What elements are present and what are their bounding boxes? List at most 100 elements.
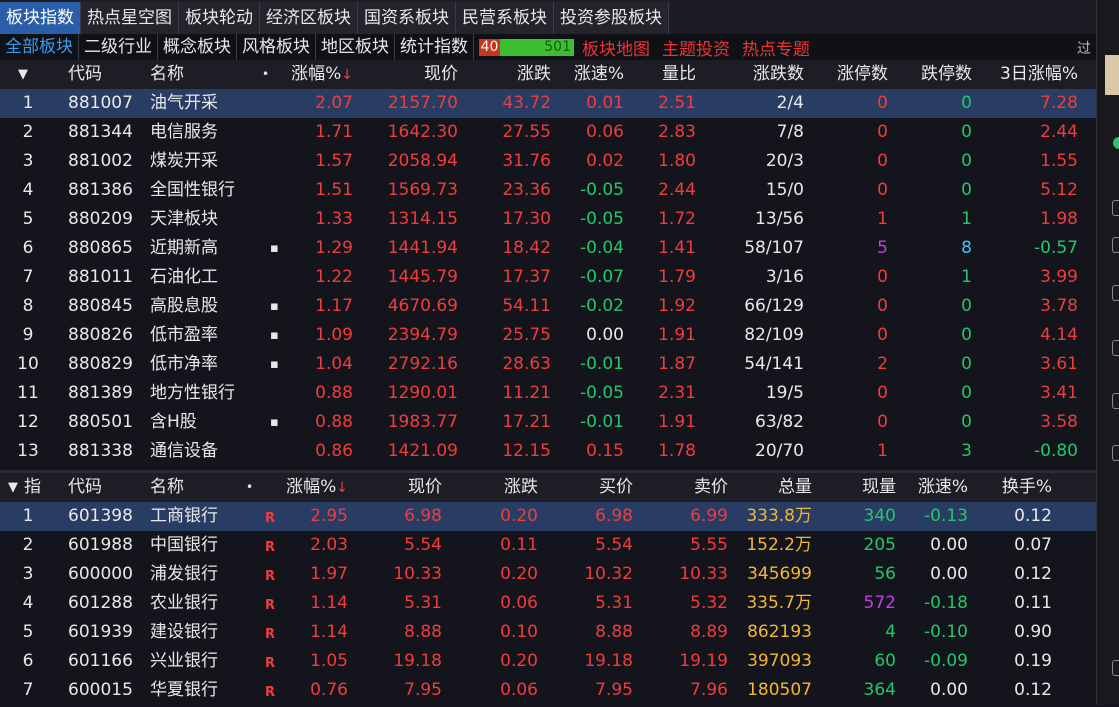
sector-limit-down: 8 [961, 238, 972, 258]
subtab-stat-index[interactable]: 统计指数 [395, 34, 474, 60]
sector-row[interactable]: 11 881389 地方性银行 0.88 1290.01 11.21 -0.05 2.31 19… [0, 379, 1096, 408]
sector-speed: -0.05 [580, 383, 624, 403]
link-hot-topics[interactable]: 热点专题 [742, 35, 810, 60]
header-total-volume[interactable]: 总量 [778, 473, 812, 502]
stock-pct-change: 2.95 [310, 506, 348, 526]
header-change[interactable]: 涨跌 [504, 473, 538, 502]
tab-state-owned[interactable]: 国资系板块 [358, 2, 456, 34]
stock-row[interactable]: 7 600015 华夏银行 R 0.76 7.95 0.06 7.95 7.96 180507 36… [0, 676, 1096, 705]
overflow-indicator[interactable]: 过 [1077, 38, 1091, 58]
stock-bid: 19.18 [584, 651, 633, 671]
sector-row[interactable]: 7 881011 石油化工 1.22 1445.79 17.37 -0.07 1.79 3/16… [0, 263, 1096, 292]
row-index: 13 [17, 441, 39, 461]
header-name[interactable]: 名称 [150, 60, 184, 89]
sector-row[interactable]: 13 881338 通信设备 0.86 1421.09 12.15 0.15 1.78 20/7… [0, 437, 1096, 466]
sector-row[interactable]: 5 880209 天津板块 1.33 1314.15 17.30 -0.05 1.72 13/5… [0, 205, 1096, 234]
stock-row[interactable]: 3 600000 浦发银行 R 1.97 10.33 0.20 10.32 10.33 34569… [0, 560, 1096, 589]
sector-row[interactable]: 2 881344 电信服务 1.71 1642.30 27.55 0.06 2.83 7/8 0 0… [0, 118, 1096, 147]
sector-row[interactable]: 10 880829 低市净率 ▪ 1.04 2792.16 28.63 -0.01 1.87 54… [0, 350, 1096, 379]
tab-sector-index[interactable]: 板块指数 [0, 2, 81, 34]
tab-investment-holding[interactable]: 投资参股板块 [554, 2, 669, 34]
sector-name: 电信服务 [150, 122, 218, 142]
sector-volume-ratio: 1.41 [658, 238, 696, 258]
tool-icon[interactable] [1112, 285, 1119, 301]
header-3day-return[interactable]: 3日涨幅% [1000, 60, 1078, 89]
stock-row[interactable]: 4 601288 农业银行 R 1.14 5.31 0.06 5.31 5.32 335.7万 57… [0, 589, 1096, 618]
stock-code: 601988 [68, 535, 133, 555]
stock-row[interactable]: 6 601166 兴业银行 R 1.05 19.18 0.20 19.18 19.19 39709… [0, 647, 1096, 676]
subtab-level2-industry[interactable]: 二级行业 [79, 34, 158, 60]
sector-limit-down: 1 [961, 267, 972, 287]
header-price[interactable]: 现价 [424, 60, 458, 89]
header-turnover[interactable]: 换手% [1002, 473, 1052, 502]
header-ask[interactable]: 卖价 [694, 473, 728, 502]
header-change[interactable]: 涨跌 [517, 60, 551, 89]
stock-total-volume: 333.8万 [746, 506, 812, 526]
sector-code: 881389 [68, 383, 133, 403]
sector-change: 11.21 [502, 383, 551, 403]
sector-3day-return: -0.57 [1034, 238, 1078, 258]
header-index[interactable]: 指 [24, 473, 41, 502]
subtab-region[interactable]: 地区板块 [316, 34, 395, 60]
sector-row[interactable]: 4 881386 全国性银行 1.51 1569.73 23.36 -0.05 2.44 15/… [0, 176, 1096, 205]
sector-limit-down: 0 [961, 383, 972, 403]
stock-speed: -0.09 [924, 651, 968, 671]
stock-change: 0.20 [500, 564, 538, 584]
header-bid[interactable]: 买价 [599, 473, 633, 502]
subtab-all-sectors[interactable]: 全部板块 [0, 34, 79, 60]
sector-price: 1290.01 [387, 383, 458, 403]
header-volume-ratio[interactable]: 量比 [662, 60, 696, 89]
sector-name: 低市净率 [150, 354, 218, 374]
tab-economic-zone[interactable]: 经济区板块 [260, 2, 358, 34]
header-limit-down[interactable]: 跌停数 [921, 60, 972, 89]
tool-icon[interactable] [1112, 340, 1119, 356]
header-current-volume[interactable]: 现量 [862, 473, 896, 502]
link-theme-investment[interactable]: 主题投资 [662, 35, 730, 60]
sub-tab-bar: 全部板块 二级行业 概念板块 风格板块 地区板块 统计指数 40 501 板块地… [0, 34, 1096, 60]
subtab-style[interactable]: 风格板块 [237, 34, 316, 60]
tool-icon[interactable] [1112, 237, 1119, 253]
stock-name: 工商银行 [150, 506, 218, 526]
sector-row[interactable]: 8 880845 高股息股 ▪ 1.17 4670.69 54.11 -0.02 1.92 66/… [0, 292, 1096, 321]
header-limit-up[interactable]: 涨停数 [837, 60, 888, 89]
header-pct-change[interactable]: 涨幅%↓ [291, 60, 353, 89]
tab-private-owned[interactable]: 民营系板块 [456, 2, 554, 34]
stock-row[interactable]: 1 601398 工商银行 R 2.95 6.98 0.20 6.98 6.99 333.8万 34… [0, 502, 1096, 531]
subtab-concept[interactable]: 概念板块 [158, 34, 237, 60]
sort-toggle-icon[interactable]: ▼ [18, 60, 28, 89]
row-index: 1 [22, 506, 34, 526]
tool-icon[interactable] [1112, 200, 1119, 216]
sector-3day-return: 7.28 [1040, 93, 1078, 113]
header-speed[interactable]: 涨速% [574, 60, 624, 89]
tab-sector-rotation[interactable]: 板块轮动 [179, 2, 260, 34]
sector-3day-return: 3.41 [1040, 383, 1078, 403]
stock-turnover: 0.07 [1014, 535, 1052, 555]
sector-row[interactable]: 12 880501 含H股 ▪ 0.88 1983.77 17.21 -0.01 1.91 63/… [0, 408, 1096, 437]
header-name[interactable]: 名称 [150, 473, 184, 502]
stock-bid: 8.88 [595, 622, 633, 642]
sector-up-down-count: 19/5 [765, 383, 804, 403]
header-pct-change[interactable]: 涨幅%↓ [286, 473, 348, 502]
tool-icon[interactable] [1112, 393, 1119, 409]
header-up-down-count[interactable]: 涨跌数 [753, 60, 804, 89]
stock-price: 19.18 [393, 651, 442, 671]
tool-icon[interactable] [1112, 660, 1119, 676]
header-code[interactable]: 代码 [68, 473, 102, 502]
sector-volume-ratio: 1.91 [658, 412, 696, 432]
tab-hotspot-starmap[interactable]: 热点星空图 [81, 2, 179, 34]
stock-row[interactable]: 2 601988 中国银行 R 2.03 5.54 0.11 5.54 5.55 152.2万 20… [0, 531, 1096, 560]
header-speed[interactable]: 涨速% [918, 473, 968, 502]
tool-icon[interactable] [1112, 445, 1119, 461]
sector-volume-ratio: 1.80 [658, 151, 696, 171]
link-sector-map[interactable]: 板块地图 [582, 35, 650, 60]
sort-toggle-icon[interactable]: ▼ [8, 473, 18, 502]
sector-row[interactable]: 1 881007 油气开采 2.07 2157.70 43.72 0.01 2.51 2/4 0 0… [0, 89, 1096, 118]
sector-row[interactable]: 9 880826 低市盈率 ▪ 1.09 2394.79 25.75 0.00 1.91 82/1… [0, 321, 1096, 350]
header-price[interactable]: 现价 [408, 473, 442, 502]
header-code[interactable]: 代码 [68, 60, 102, 89]
sector-row[interactable]: 3 881002 煤炭开采 1.57 2058.94 31.76 0.02 1.80 20/3 0… [0, 147, 1096, 176]
sector-up-down-count: 54/141 [744, 354, 804, 374]
sector-row[interactable]: 6 880865 近期新高 ▪ 1.29 1441.94 18.42 -0.04 1.41 58/… [0, 234, 1096, 263]
stock-row[interactable]: 5 601939 建设银行 R 1.14 8.88 0.10 8.88 8.89 862193 4 -… [0, 618, 1096, 647]
stock-turnover: 0.12 [1014, 680, 1052, 700]
